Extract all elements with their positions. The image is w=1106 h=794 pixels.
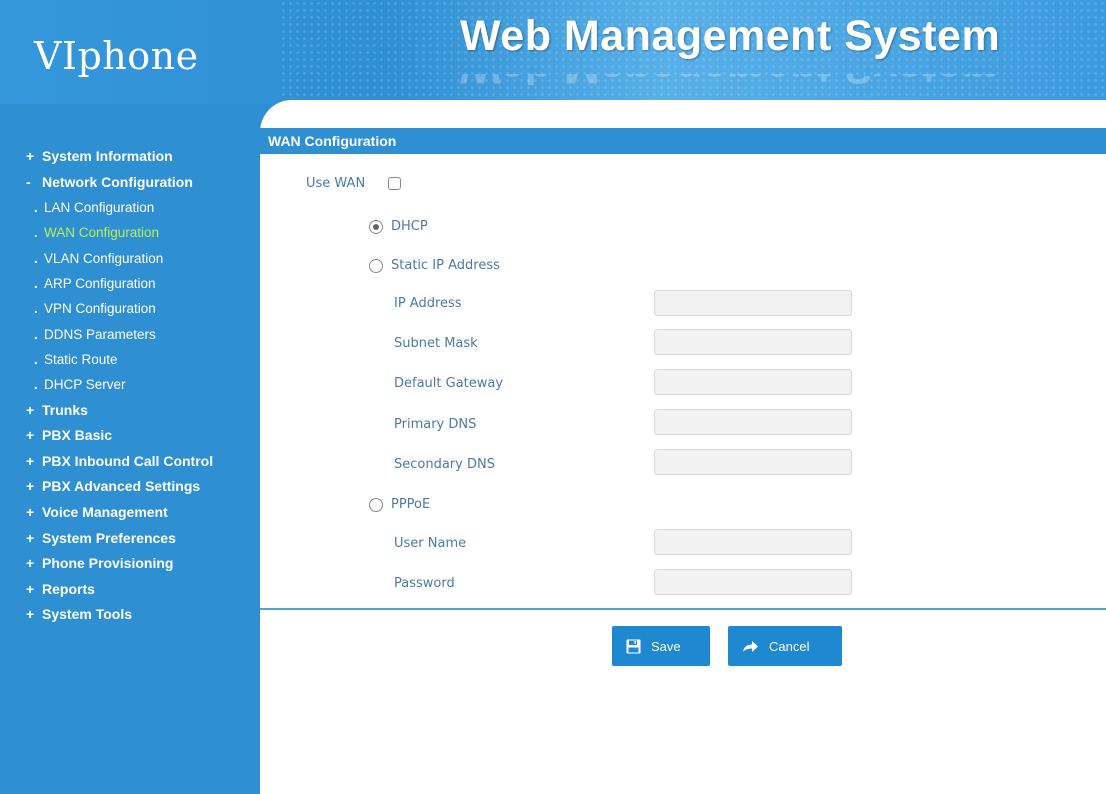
sidebar-item-label: Static Route	[44, 351, 118, 367]
sidebar-item-trunks[interactable]: + Trunks	[0, 398, 260, 424]
user-name-label: User Name	[394, 536, 467, 551]
sidebar-item-vpn-configuration[interactable]: . VPN Configuration	[0, 296, 260, 321]
primary-dns-field[interactable]	[654, 409, 852, 435]
sidebar-item-dhcp-server[interactable]: . DHCP Server	[0, 372, 260, 397]
system-title: Web Management System	[460, 12, 1001, 60]
password-field[interactable]	[654, 569, 852, 595]
sidebar-item-label: DDNS Parameters	[44, 326, 156, 342]
expand-icon: +	[26, 427, 35, 444]
use-wan-label: Use WAN	[306, 176, 366, 191]
content-panel: WAN Configuration Use WAN DHCP Static IP…	[260, 100, 1106, 794]
sidebar-item-network-configuration[interactable]: - Network Configuration	[0, 170, 260, 196]
sidebar-item-lan-configuration[interactable]: . LAN Configuration	[0, 195, 260, 220]
expand-icon: +	[26, 529, 35, 546]
expand-icon: +	[26, 148, 35, 164]
sidebar-item-reports[interactable]: + Reports	[0, 577, 260, 603]
sidebar-item-label: Reports	[42, 580, 95, 597]
sidebar-item-label: Voice Management	[42, 503, 168, 520]
secondary-dns-label: Secondary DNS	[394, 457, 495, 472]
sidebar-item-pbx-advanced-settings[interactable]: + PBX Advanced Settings	[0, 474, 260, 500]
brand-logo: VIphone	[34, 34, 199, 78]
expand-icon: +	[26, 580, 35, 597]
save-button-label: Save	[651, 638, 681, 654]
subnet-mask-field[interactable]	[654, 329, 852, 355]
ip-address-field[interactable]	[654, 290, 852, 316]
sidebar-item-vlan-configuration[interactable]: . VLAN Configuration	[0, 246, 260, 271]
sidebar-item-wan-configuration[interactable]: . WAN Configuration	[0, 220, 260, 245]
sidebar-item-static-route[interactable]: . Static Route	[0, 347, 260, 372]
expand-icon: +	[26, 478, 35, 495]
bullet-icon: .	[34, 250, 38, 266]
sidebar-item-arp-configuration[interactable]: . ARP Configuration	[0, 271, 260, 296]
expand-icon: +	[26, 452, 35, 469]
sidebar-item-label: System Tools	[42, 606, 132, 623]
ip-address-label: IP Address	[394, 296, 462, 311]
sidebar-item-label: Network Configuration	[42, 173, 193, 190]
cancel-button-label: Cancel	[769, 638, 810, 654]
sidebar-item-label: System Preferences	[42, 529, 176, 546]
collapse-icon: -	[26, 173, 31, 190]
sidebar-item-label: Phone Provisioning	[42, 555, 174, 572]
sidebar-item-system-preferences[interactable]: + System Preferences	[0, 526, 260, 552]
bullet-icon: .	[34, 301, 38, 317]
bullet-icon: .	[34, 200, 38, 216]
sidebar-item-label: PBX Basic	[42, 427, 113, 444]
password-label: Password	[394, 576, 455, 591]
expand-icon: +	[26, 555, 35, 572]
subnet-mask-label: Subnet Mask	[394, 336, 478, 351]
pppoe-radio[interactable]	[369, 498, 383, 512]
arrow-right-icon	[742, 640, 759, 653]
sidebar-item-pbx-inbound-call-control[interactable]: + PBX Inbound Call Control	[0, 449, 260, 475]
sidebar-item-label: VPN Configuration	[44, 301, 156, 317]
sidebar-item-voice-management[interactable]: + Voice Management	[0, 500, 260, 526]
secondary-dns-field[interactable]	[654, 449, 852, 475]
static-ip-label: Static IP Address	[391, 258, 500, 273]
sidebar-item-system-information[interactable]: + System Information	[0, 144, 260, 170]
sidebar-item-system-tools[interactable]: + System Tools	[0, 602, 260, 628]
cancel-button[interactable]: Cancel	[728, 626, 842, 666]
bullet-icon: .	[34, 377, 38, 393]
sidebar-item-phone-provisioning[interactable]: + Phone Provisioning	[0, 551, 260, 577]
header-banner: VIphone Web Management System Web Manage…	[0, 0, 1106, 104]
sidebar-item-label: PBX Inbound Call Control	[42, 452, 214, 469]
bullet-icon: .	[34, 225, 38, 241]
sidebar-item-label: PBX Advanced Settings	[42, 478, 201, 495]
sidebar-item-ddns-parameters[interactable]: . DDNS Parameters	[0, 322, 260, 347]
panel-title: WAN Configuration	[260, 128, 1106, 154]
dhcp-label: DHCP	[391, 219, 428, 234]
sidebar-item-label: VLAN Configuration	[44, 250, 164, 266]
sidebar-item-pbx-basic[interactable]: + PBX Basic	[0, 423, 260, 449]
expand-icon: +	[26, 401, 35, 418]
sidebar: + System Information - Network Configurati…	[0, 104, 260, 794]
use-wan-checkbox[interactable]	[388, 177, 401, 190]
expand-icon: +	[26, 606, 35, 623]
sidebar-nav: + System Information - Network Configurati…	[0, 144, 260, 628]
sidebar-item-label: Trunks	[42, 401, 88, 418]
sidebar-item-label: System Information	[42, 148, 173, 164]
bullet-icon: .	[34, 326, 38, 342]
save-button[interactable]: Save	[612, 626, 710, 666]
bullet-icon: .	[34, 351, 38, 367]
expand-icon: +	[26, 503, 35, 520]
floppy-disk-icon	[626, 639, 641, 654]
primary-dns-label: Primary DNS	[394, 417, 477, 432]
form-divider	[260, 608, 1106, 610]
bullet-icon: .	[34, 276, 38, 292]
sidebar-item-label: ARP Configuration	[44, 276, 156, 292]
pppoe-label: PPPoE	[391, 497, 431, 512]
sidebar-item-label: DHCP Server	[44, 377, 126, 393]
sidebar-item-label: LAN Configuration	[44, 200, 155, 216]
sidebar-item-label: WAN Configuration	[44, 225, 160, 241]
dhcp-radio[interactable]	[369, 220, 383, 234]
static-ip-radio[interactable]	[369, 259, 383, 273]
user-name-field[interactable]	[654, 529, 852, 555]
default-gateway-field[interactable]	[654, 369, 852, 395]
default-gateway-label: Default Gateway	[394, 376, 504, 391]
